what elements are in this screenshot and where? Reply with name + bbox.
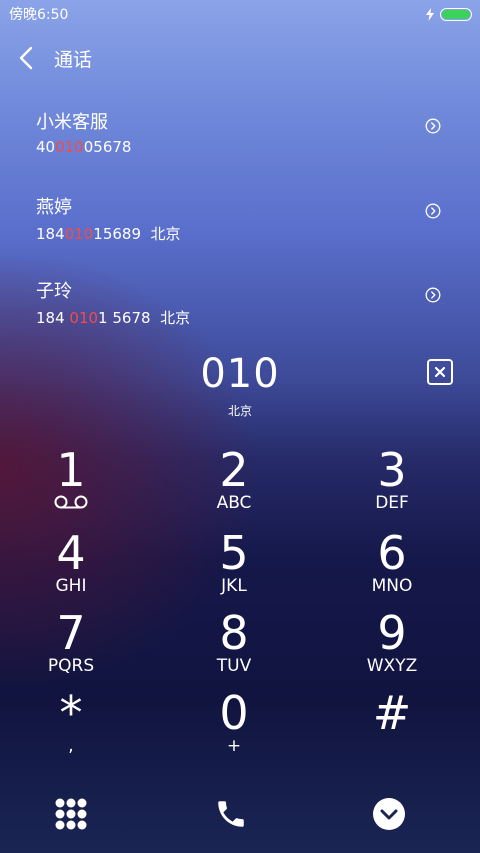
- charging-icon: [426, 7, 434, 21]
- close-icon: [434, 366, 446, 378]
- status-icons: [426, 7, 472, 21]
- contact-item[interactable]: 子玲 184 0101 5678 北京: [0, 277, 480, 357]
- key-6[interactable]: 6 MNO: [312, 528, 472, 608]
- chevron-down-circle-icon: [373, 798, 405, 830]
- key-letters: DEF: [375, 493, 409, 513]
- key-star[interactable]: *,: [0, 688, 151, 768]
- key-digit: 0: [219, 686, 249, 740]
- number-match: 010: [55, 138, 84, 156]
- key-digit: 5: [219, 526, 249, 580]
- key-0[interactable]: 0 +: [154, 688, 314, 768]
- contact-location: 北京: [160, 309, 191, 327]
- key-letters: MNO: [371, 576, 413, 596]
- key-3[interactable]: 3 DEF: [312, 445, 472, 525]
- key-digit: 9: [377, 606, 407, 660]
- status-bar: 傍晚6:50: [0, 0, 480, 28]
- number-suffix: 05678: [83, 138, 132, 156]
- number-match: 010: [69, 309, 99, 327]
- key-digit: 3: [377, 443, 407, 497]
- key-8[interactable]: 8 TUV: [154, 608, 314, 688]
- chevron-left-icon: [19, 46, 33, 70]
- key-digit: 7: [56, 606, 86, 660]
- key-7[interactable]: 7 PQRS: [0, 608, 151, 688]
- contact-number: 184 0101 5678 北京: [36, 307, 190, 328]
- battery-icon: [440, 7, 472, 21]
- contact-number: 18401015689 北京: [36, 223, 181, 244]
- key-letters: TUV: [216, 656, 252, 676]
- key-5[interactable]: 5 JKL: [154, 528, 314, 608]
- grid-icon: [55, 798, 87, 830]
- dialed-number: 010: [200, 351, 280, 397]
- key-letters: ABC: [216, 493, 252, 513]
- key-digit: *: [59, 686, 83, 740]
- contact-name: 子玲: [36, 281, 72, 302]
- battery-level: [442, 9, 470, 19]
- contact-detail-button[interactable]: [425, 118, 441, 134]
- key-4[interactable]: 4 GHI: [0, 528, 151, 608]
- contact-item[interactable]: 小米客服 4001005678: [0, 108, 480, 188]
- key-letters: +: [226, 736, 242, 756]
- chevron-right-circle-icon: [425, 287, 441, 303]
- key-1[interactable]: 1: [0, 445, 151, 525]
- collapse-keypad-button[interactable]: [309, 792, 469, 836]
- header: 通话: [0, 38, 480, 78]
- key-digit: #: [372, 686, 412, 740]
- contact-name: 燕婷: [36, 197, 72, 218]
- contact-detail-button[interactable]: [425, 287, 441, 303]
- key-9[interactable]: 9 WXYZ: [312, 608, 472, 688]
- key-2[interactable]: 2 ABC: [154, 445, 314, 525]
- key-digit: 8: [219, 606, 249, 660]
- number-match: 010: [64, 225, 94, 243]
- number-prefix: 184: [36, 309, 70, 327]
- keypad-toggle-button[interactable]: [0, 792, 151, 836]
- key-hash[interactable]: #: [312, 688, 472, 768]
- back-button[interactable]: [0, 38, 52, 78]
- voicemail-icon: [0, 494, 151, 510]
- page-title: 通话: [54, 48, 93, 71]
- number-prefix: 40: [36, 138, 56, 156]
- number-prefix: 184: [36, 225, 65, 243]
- key-letters: PQRS: [47, 656, 95, 676]
- number-suffix: 1 5678: [98, 309, 151, 327]
- contact-location-gap: [131, 138, 141, 156]
- key-letters: GHI: [55, 576, 87, 596]
- key-digit: 2: [219, 443, 249, 497]
- contact-name: 小米客服: [36, 112, 108, 133]
- number-suffix: 15689: [93, 225, 141, 243]
- call-button[interactable]: [151, 792, 311, 836]
- key-digit: 6: [377, 526, 407, 580]
- chevron-right-circle-icon: [425, 203, 441, 219]
- contact-location: 北京: [150, 225, 181, 243]
- contact-number: 4001005678: [36, 138, 141, 156]
- key-digit: 1: [56, 443, 86, 497]
- dialed-display: 010 北京: [0, 350, 480, 419]
- chevron-right-circle-icon: [425, 118, 441, 134]
- key-letters: JKL: [221, 576, 247, 596]
- status-time: 傍晚6:50: [9, 7, 69, 23]
- contact-location-gap: [151, 309, 161, 327]
- contact-location-gap: [141, 225, 151, 243]
- key-letters: WXYZ: [366, 656, 418, 676]
- contact-item[interactable]: 燕婷 18401015689 北京: [0, 193, 480, 273]
- delete-button[interactable]: [427, 359, 453, 385]
- key-digit: 4: [56, 526, 86, 580]
- contact-detail-button[interactable]: [425, 203, 441, 219]
- phone-icon: [218, 801, 244, 827]
- dialed-location: 北京: [227, 404, 252, 418]
